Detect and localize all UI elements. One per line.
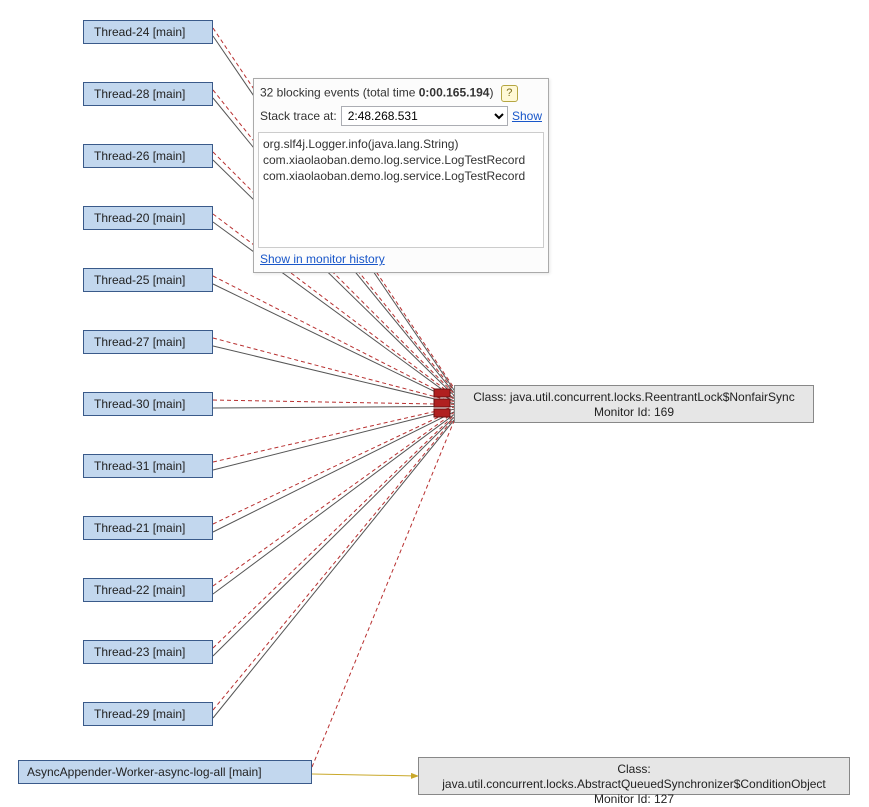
stack-trace-area[interactable]: org.slf4j.Logger.info(java.lang.String) … <box>258 132 544 248</box>
thread-label: Thread-30 [main] <box>94 397 185 411</box>
thread-label: Thread-20 [main] <box>94 211 185 225</box>
thread-box[interactable]: Thread-28 [main] <box>83 82 213 106</box>
thread-box[interactable]: Thread-20 [main] <box>83 206 213 230</box>
thread-label: Thread-24 [main] <box>94 25 185 39</box>
thread-label: Thread-27 [main] <box>94 335 185 349</box>
monitor-id: Monitor Id: 169 <box>463 405 805 420</box>
monitor-class: Class: java.util.concurrent.locks.Abstra… <box>427 762 841 792</box>
thread-box[interactable]: Thread-30 [main] <box>83 392 213 416</box>
help-icon[interactable]: ? <box>501 85 518 102</box>
monitor-condition-object[interactable]: Class: java.util.concurrent.locks.Abstra… <box>418 757 850 795</box>
thread-label: AsyncAppender-Worker-async-log-all [main… <box>27 765 262 779</box>
async-thread-box[interactable]: AsyncAppender-Worker-async-log-all [main… <box>18 760 312 784</box>
show-in-history-link[interactable]: Show in monitor history <box>260 252 385 266</box>
thread-label: Thread-29 [main] <box>94 707 185 721</box>
events-suffix: ) <box>489 86 493 100</box>
thread-box[interactable]: Thread-26 [main] <box>83 144 213 168</box>
events-prefix: 32 blocking events (total time <box>260 86 419 100</box>
stack-line: org.slf4j.Logger.info(java.lang.String) <box>263 136 539 152</box>
thread-box[interactable]: Thread-21 [main] <box>83 516 213 540</box>
monitor-class: Class: java.util.concurrent.locks.Reentr… <box>463 390 805 405</box>
thread-label: Thread-26 [main] <box>94 149 185 163</box>
thread-box[interactable]: Thread-24 [main] <box>83 20 213 44</box>
monitor-nonfair-sync[interactable]: Class: java.util.concurrent.locks.Reentr… <box>454 385 814 423</box>
show-link[interactable]: Show <box>512 109 542 123</box>
thread-label: Thread-31 [main] <box>94 459 185 473</box>
popup-title-row: 32 blocking events (total time 0:00.165.… <box>258 83 544 104</box>
thread-box[interactable]: Thread-27 [main] <box>83 330 213 354</box>
thread-box[interactable]: Thread-29 [main] <box>83 702 213 726</box>
thread-label: Thread-23 [main] <box>94 645 185 659</box>
monitor-id: Monitor Id: 127 <box>427 792 841 807</box>
thread-box[interactable]: Thread-31 [main] <box>83 454 213 478</box>
thread-box[interactable]: Thread-23 [main] <box>83 640 213 664</box>
stack-line: com.xiaolaoban.demo.log.service.LogTestR… <box>263 152 539 168</box>
thread-label: Thread-22 [main] <box>94 583 185 597</box>
blocking-events-popup: 32 blocking events (total time 0:00.165.… <box>253 78 549 273</box>
thread-label: Thread-25 [main] <box>94 273 185 287</box>
thread-box[interactable]: Thread-25 [main] <box>83 268 213 292</box>
popup-footer: Show in monitor history <box>258 248 544 268</box>
events-time: 0:00.165.194 <box>419 86 490 100</box>
thread-box[interactable]: Thread-22 [main] <box>83 578 213 602</box>
stack-trace-selector-row: Stack trace at: 2:48.268.531 Show <box>258 104 544 128</box>
thread-label: Thread-28 [main] <box>94 87 185 101</box>
thread-label: Thread-21 [main] <box>94 521 185 535</box>
stack-time-select[interactable]: 2:48.268.531 <box>341 106 508 126</box>
stack-trace-label: Stack trace at: <box>260 109 337 123</box>
stack-line: com.xiaolaoban.demo.log.service.LogTestR… <box>263 168 539 184</box>
